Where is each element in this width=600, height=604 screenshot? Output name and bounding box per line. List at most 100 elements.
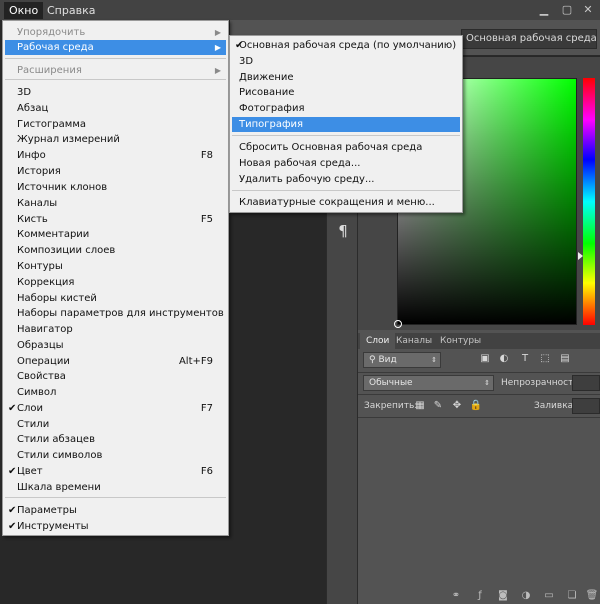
trash-icon[interactable]: 🗑 [585,589,599,603]
menu-item-рабочая-среда[interactable]: Рабочая среда ▶ [5,40,226,55]
menu-item-гистограмма[interactable]: Гистограмма [5,117,226,132]
menu-item-абзац[interactable]: Абзац [5,101,226,116]
close-icon[interactable]: ✕ [582,4,594,16]
menu-item-label: Кисть [17,214,48,225]
menu-item-label: Упорядочить [17,27,86,38]
menu-item-label: Основная рабочая среда (по умолчанию) [239,40,457,51]
menu-item-label: Инструменты [17,521,89,532]
menu-item-label: Свойства [17,371,66,382]
menu-item-цвет[interactable]: ✔ Цвет F6 [5,464,226,479]
lock-brush-icon[interactable]: ✎ [431,399,445,413]
dropdown-arrow-icon: ⇕ [431,356,437,364]
menu-item-инфо[interactable]: Инфо F8 [5,148,226,163]
menu-item-label: Контуры [17,261,63,272]
menu-item-каналы[interactable]: Каналы [5,196,226,211]
window-menu-dropdown: Упорядочить ▶ Рабочая среда ▶ Расширения ▶ 3D А… [2,20,229,536]
group-icon[interactable]: ▭ [542,589,556,603]
menu-help[interactable]: Справка [42,2,100,19]
menu-item-операции[interactable]: Операции Alt+F9 [5,354,226,369]
checkmark-icon: ✔ [8,505,17,516]
workspace-item-фотография[interactable]: Фотография [232,101,460,116]
menu-item-label: Символ [17,387,57,398]
fill-field[interactable] [572,398,600,414]
menu-item-источник-клонов[interactable]: Источник клонов [5,180,226,195]
tab-channels[interactable]: Каналы [390,333,438,349]
color-picker-circle-icon[interactable] [394,320,402,328]
workspace-item-сбросить-основная-рабочая-среда[interactable]: Сбросить Основная рабочая среда [232,140,460,155]
workspace-item-новая-рабочая-среда[interactable]: Новая рабочая среда... [232,156,460,171]
hue-marker-icon[interactable] [578,252,583,260]
workspace-select[interactable]: Основная рабочая среда [461,29,597,49]
menu-item-инструменты[interactable]: ✔ Инструменты [5,519,226,534]
workspace-item-3d[interactable]: 3D [232,54,460,69]
menu-item-shortcut: Alt+F9 [178,356,213,367]
menu-item-навигатор[interactable]: Навигатор [5,322,226,337]
layer-style-icon[interactable]: ƒ [473,589,487,603]
tab-paths[interactable]: Контуры [434,333,487,349]
menu-item-журнал-измерений[interactable]: Журнал измерений [5,132,226,147]
minimize-icon[interactable]: ▁ [538,4,550,16]
link-layers-icon[interactable]: ⚭ [449,589,463,603]
menu-item-наборы-параметров-для-инструментов[interactable]: Наборы параметров для инструментов [5,306,226,321]
menu-item-расширения[interactable]: Расширения ▶ [5,63,226,78]
menu-item-наборы-кистей[interactable]: Наборы кистей [5,291,226,306]
menu-item-label: Цвет [17,466,43,477]
menu-item-упорядочить[interactable]: Упорядочить ▶ [5,25,226,40]
layer-mask-icon[interactable]: ◙ [496,589,510,603]
type-filter-icon[interactable]: T [518,352,532,366]
menu-separator [232,190,460,191]
menu-item-коррекция[interactable]: Коррекция [5,275,226,290]
hue-slider[interactable] [583,78,595,325]
layer-filter-select[interactable]: ⚲ Вид ⇕ [363,352,441,368]
menu-item-стили[interactable]: Стили [5,417,226,432]
menu-item-label: Стили символов [17,450,103,461]
menu-item-кисть[interactable]: Кисть F5 [5,212,226,227]
menu-item-label: Стили абзацев [17,434,95,445]
menu-item-label: Новая рабочая среда... [239,158,361,169]
workspace-item-рисование[interactable]: Рисование [232,85,460,100]
menu-item-стили-символов[interactable]: Стили символов [5,448,226,463]
workspace-item-удалить-рабочую-среду[interactable]: Удалить рабочую среду... [232,172,460,187]
menu-item-стили-абзацев[interactable]: Стили абзацев [5,432,226,447]
new-layer-icon[interactable]: ❏ [565,589,579,603]
menu-item-label: Рабочая среда [17,42,94,53]
adjustment-filter-icon[interactable]: ◐ [497,352,511,366]
menu-item-label: Композиции слоев [17,245,116,256]
lock-position-icon[interactable]: ✥ [450,399,464,413]
maximize-icon[interactable]: ▢ [561,4,573,16]
workspace-item-клавиатурные-сокращения-и-меню[interactable]: Клавиатурные сокращения и меню... [232,195,460,210]
shape-filter-icon[interactable]: ⬚ [538,352,552,366]
paragraph-panel-icon[interactable]: ¶ [331,220,355,242]
lock-all-icon[interactable]: 🔒 [469,399,483,413]
menu-item-свойства[interactable]: Свойства [5,369,226,384]
menu-item-слои[interactable]: ✔ Слои F7 [5,401,226,416]
blend-mode-select[interactable]: Обычные ⇕ [363,375,494,391]
menu-item-label: Коррекция [17,277,75,288]
lock-transparency-icon[interactable]: ▦ [413,399,427,413]
menu-item-символ[interactable]: Символ [5,385,226,400]
menu-item-label: 3D [239,56,254,67]
menu-item-шкала-времени[interactable]: Шкала времени [5,480,226,495]
adjustment-layer-icon[interactable]: ◑ [519,589,533,603]
menu-item-контуры[interactable]: Контуры [5,259,226,274]
menu-item-образцы[interactable]: Образцы [5,338,226,353]
menu-item-label: Удалить рабочую среду... [239,174,375,185]
opacity-label: Непрозрачность: [501,378,582,388]
menu-item-комментарии[interactable]: Комментарии [5,227,226,242]
menu-window[interactable]: Окно [4,2,44,19]
smart-object-filter-icon[interactable]: ▤ [558,352,572,366]
menu-item-композиции-слоев[interactable]: Композиции слоев [5,243,226,258]
opacity-field[interactable] [572,375,600,391]
menu-item-label: Расширения [17,65,82,76]
menu-item-параметры[interactable]: ✔ Параметры [5,503,226,518]
menu-item-история[interactable]: История [5,164,226,179]
pixel-filter-icon[interactable]: ▣ [478,352,492,366]
layer-filter-label: Вид [378,355,397,365]
menu-item-label: 3D [17,87,32,98]
workspace-item-основная-рабочая-среда-по-умолчанию[interactable]: ✔ Основная рабочая среда (по умолчанию) [232,38,460,53]
layers-panel-tabs: Слои Каналы Контуры [358,333,600,349]
menu-item-label: Журнал измерений [17,134,120,145]
workspace-item-типография[interactable]: Типография [232,117,460,132]
menu-item-3d[interactable]: 3D [5,85,226,100]
workspace-item-движение[interactable]: Движение [232,70,460,85]
